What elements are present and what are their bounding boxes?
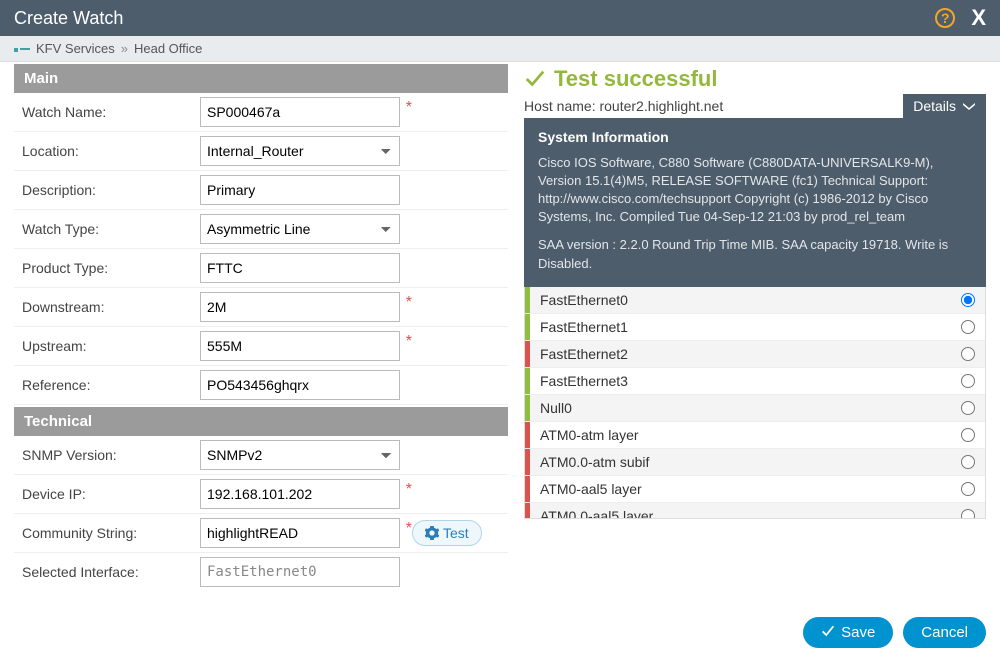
- status-bar: [525, 395, 530, 421]
- downstream-input[interactable]: [200, 292, 400, 322]
- label-snmp-version: SNMP Version:: [22, 447, 200, 463]
- interface-radio[interactable]: [961, 401, 975, 415]
- sysinfo-title: System Information: [538, 128, 972, 148]
- watch-name-input[interactable]: [200, 97, 400, 127]
- interface-name: FastEthernet2: [540, 346, 961, 362]
- interface-row[interactable]: ATM0-atm layer: [525, 422, 985, 449]
- product-type-input[interactable]: [200, 253, 400, 283]
- check-icon: [524, 68, 546, 90]
- status-bar: [525, 287, 530, 313]
- status-bar: [525, 449, 530, 475]
- interface-name: FastEthernet3: [540, 373, 961, 389]
- interface-list[interactable]: FastEthernet0 FastEthernet1 FastEthernet2 F…: [524, 287, 986, 519]
- interface-name: FastEthernet1: [540, 319, 961, 335]
- sysinfo-saa: SAA version : 2.2.0 Round Trip Time MIB.…: [538, 236, 972, 272]
- interface-row[interactable]: FastEthernet2: [525, 341, 985, 368]
- interface-name: ATM0-atm layer: [540, 427, 961, 443]
- label-watch-type: Watch Type:: [22, 221, 200, 237]
- status-bar: [525, 476, 530, 502]
- required-marker: *: [406, 520, 412, 538]
- label-upstream: Upstream:: [22, 338, 200, 354]
- test-panel: Test successful Host name: router2.highl…: [524, 62, 986, 617]
- dialog-title: Create Watch: [14, 8, 935, 29]
- status-bar: [525, 314, 530, 340]
- label-device-ip: Device IP:: [22, 486, 200, 502]
- interface-radio[interactable]: [961, 374, 975, 388]
- sysinfo-body: Cisco IOS Software, C880 Software (C880D…: [538, 154, 972, 227]
- breadcrumb-loc: Head Office: [134, 41, 202, 56]
- section-technical: Technical: [14, 407, 508, 436]
- gear-icon: [425, 526, 439, 540]
- system-info-panel: System Information Cisco IOS Software, C…: [524, 118, 986, 287]
- upstream-input[interactable]: [200, 331, 400, 361]
- required-marker: *: [406, 294, 412, 312]
- test-button[interactable]: Test: [412, 520, 482, 546]
- details-toggle[interactable]: Details: [903, 94, 986, 118]
- required-marker: *: [406, 481, 412, 499]
- interface-row[interactable]: FastEthernet0: [525, 287, 985, 314]
- titlebar: Create Watch ? X: [0, 0, 1000, 36]
- interface-row[interactable]: ATM0.0-aal5 layer: [525, 503, 985, 519]
- interface-name: ATM0.0-atm subif: [540, 454, 961, 470]
- form-panel: Main Watch Name: * Location: Internal_Ro…: [14, 62, 508, 617]
- status-bar: [525, 341, 530, 367]
- test-button-label: Test: [443, 525, 469, 541]
- interface-row[interactable]: FastEthernet3: [525, 368, 985, 395]
- label-watch-name: Watch Name:: [22, 104, 200, 120]
- interface-radio[interactable]: [961, 347, 975, 361]
- description-input[interactable]: [200, 175, 400, 205]
- interface-name: Null0: [540, 400, 961, 416]
- interface-radio[interactable]: [961, 428, 975, 442]
- interface-radio[interactable]: [961, 482, 975, 496]
- label-community-string: Community String:: [22, 525, 200, 541]
- label-downstream: Downstream:: [22, 299, 200, 315]
- status-bar: [525, 422, 530, 448]
- breadcrumb-sep: »: [121, 41, 128, 56]
- status-bar: [525, 368, 530, 394]
- label-description: Description:: [22, 182, 200, 198]
- breadcrumb: KFV Services » Head Office: [0, 36, 1000, 62]
- host-value: router2.highlight.net: [599, 98, 723, 114]
- community-string-input[interactable]: [200, 518, 400, 548]
- label-product-type: Product Type:: [22, 260, 200, 276]
- selected-interface-input: [200, 557, 400, 587]
- interface-row[interactable]: ATM0-aal5 layer: [525, 476, 985, 503]
- cancel-button[interactable]: Cancel: [903, 617, 986, 648]
- host-label: Host name:: [524, 98, 596, 114]
- dialog-footer: Save Cancel: [0, 607, 1000, 657]
- interface-row[interactable]: Null0: [525, 395, 985, 422]
- interface-radio[interactable]: [961, 509, 975, 519]
- breadcrumb-org: KFV Services: [36, 41, 115, 56]
- snmp-version-select[interactable]: SNMPv2: [200, 440, 400, 470]
- test-result-title: Test successful: [524, 66, 986, 92]
- org-icon: [14, 44, 30, 54]
- device-ip-input[interactable]: [200, 479, 400, 509]
- save-button[interactable]: Save: [803, 617, 893, 648]
- location-select[interactable]: Internal_Router: [200, 136, 400, 166]
- interface-name: FastEthernet0: [540, 292, 961, 308]
- chevron-down-icon: [962, 101, 976, 111]
- interface-name: ATM0-aal5 layer: [540, 481, 961, 497]
- interface-radio[interactable]: [961, 293, 975, 307]
- reference-input[interactable]: [200, 370, 400, 400]
- interface-row[interactable]: FastEthernet1: [525, 314, 985, 341]
- watch-type-select[interactable]: Asymmetric Line: [200, 214, 400, 244]
- required-marker: *: [406, 333, 412, 351]
- section-main: Main: [14, 64, 508, 93]
- interface-radio[interactable]: [961, 455, 975, 469]
- close-icon[interactable]: X: [967, 5, 990, 31]
- status-bar: [525, 503, 530, 519]
- check-icon: [821, 626, 835, 638]
- label-location: Location:: [22, 143, 200, 159]
- interface-radio[interactable]: [961, 320, 975, 334]
- interface-name: ATM0.0-aal5 layer: [540, 508, 961, 519]
- help-icon[interactable]: ?: [935, 8, 955, 28]
- interface-row[interactable]: ATM0.0-atm subif: [525, 449, 985, 476]
- required-marker: *: [406, 99, 412, 117]
- label-reference: Reference:: [22, 377, 200, 393]
- label-selected-interface: Selected Interface:: [22, 564, 200, 580]
